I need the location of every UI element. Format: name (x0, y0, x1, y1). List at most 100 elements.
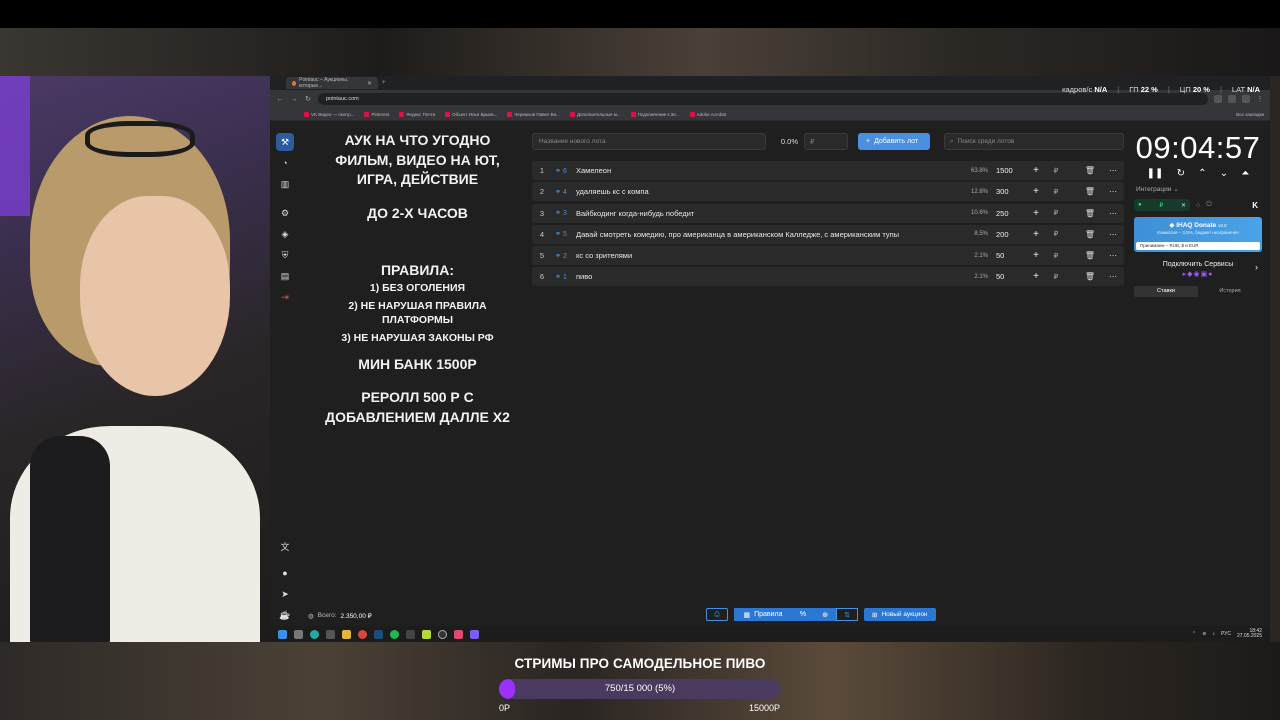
lot-amount[interactable]: 50 (988, 251, 1026, 260)
lot-fast-id[interactable]: ⚭ 5 (550, 230, 572, 238)
delete-trash-icon[interactable]: 🗑 (1078, 251, 1102, 260)
add-lot-button[interactable]: + Добавить лот (858, 133, 930, 150)
wifi-icon[interactable]: ≋ (1202, 631, 1206, 637)
add-amount-plus-icon[interactable]: + (1026, 186, 1046, 197)
lot-name[interactable]: Хамелеон (572, 166, 954, 175)
windows-start-icon[interactable] (278, 629, 287, 639)
tips-icon[interactable]: ☕ (276, 606, 294, 624)
lot-name[interactable]: Вайбкодинг когда-нибудь победит (572, 209, 954, 218)
lot-fast-id[interactable]: ⚭ 6 (550, 167, 572, 175)
add-amount-plus-icon[interactable]: + (1026, 165, 1046, 176)
task-view-icon[interactable] (294, 629, 303, 639)
steam-icon[interactable] (374, 629, 383, 639)
shield-icon[interactable]: ⛨ (276, 246, 294, 264)
connect-services-button[interactable]: Подключить Сервисы ▸◆◉▣● › (1134, 256, 1262, 284)
lot-amount[interactable]: 300 (988, 187, 1026, 196)
close-icon[interactable]: ✕ (1181, 202, 1186, 209)
lot-currency-input[interactable]: ₽ (1046, 209, 1066, 217)
bookmark-item[interactable]: Дополнительные м... (569, 111, 621, 117)
chevron-up-icon[interactable]: ⌃ (1198, 168, 1206, 179)
lot-fast-id[interactable]: ⚭ 1 (550, 273, 572, 281)
more-menu-icon[interactable]: ⋯ (1102, 209, 1124, 218)
close-tab-icon[interactable]: ✕ (367, 80, 372, 87)
delete-trash-icon[interactable]: 🗑 (1078, 209, 1102, 218)
lot-amount[interactable]: 200 (988, 230, 1026, 239)
chrome-icon[interactable] (358, 629, 367, 639)
taskbar-clock[interactable]: 18:42 27.05.2025 (1237, 628, 1262, 640)
bookmark-item[interactable]: Pinterest (364, 111, 389, 117)
forward-arrow-icon[interactable]: → (290, 96, 298, 103)
add-amount-plus-icon[interactable]: + (1026, 271, 1046, 282)
extension-icon[interactable] (1228, 95, 1236, 103)
statistics-icon[interactable]: ▥ (276, 175, 294, 193)
volume-icon[interactable]: ♪ (1212, 631, 1215, 637)
add-amount-plus-icon[interactable]: + (1026, 250, 1046, 261)
reset-icon[interactable]: ↻ (1177, 168, 1185, 179)
history-icon[interactable]: ▤ (276, 267, 294, 285)
more-menu-icon[interactable]: ⋯ (1102, 230, 1124, 239)
add-amount-plus-icon[interactable]: + (1026, 229, 1046, 240)
donate-banner[interactable]: ◆ IHAQ Donate v2.0 Комиссия – 3,5%, бюдж… (1134, 217, 1262, 252)
spotify-icon[interactable] (390, 629, 399, 639)
lot-currency-input[interactable]: ₽ (1046, 230, 1066, 238)
extension-icon[interactable] (1214, 95, 1222, 103)
bookmark-item[interactable]: VK Видео — смотр... (304, 111, 354, 117)
lot-amount[interactable]: 250 (988, 209, 1026, 218)
app-icon[interactable] (454, 629, 463, 639)
lot-amount[interactable]: 50 (988, 272, 1026, 281)
app-icon[interactable] (406, 629, 415, 639)
power-icon[interactable]: ⏻ (1206, 201, 1212, 209)
lot-currency-input[interactable]: ₽ (1046, 188, 1066, 196)
app-icon[interactable] (470, 629, 479, 639)
save-icon[interactable]: ⎙ (706, 608, 728, 621)
browser-tab[interactable]: Pointauc – Аукционы, которые... ✕ (286, 77, 378, 89)
profile-avatar-icon[interactable] (1242, 95, 1250, 103)
layers-icon[interactable]: ◈ (276, 225, 294, 243)
bookmark-item[interactable]: Черемхов Павел Ви... (507, 111, 560, 117)
sort-icon[interactable]: ⇅ (836, 608, 858, 621)
more-menu-icon[interactable]: ⋯ (1102, 251, 1124, 260)
tab-history[interactable]: История (1198, 286, 1262, 297)
logout-icon[interactable]: ⇥ (276, 288, 294, 306)
edge-icon[interactable] (310, 629, 319, 639)
back-arrow-icon[interactable]: ← (276, 96, 284, 103)
lot-currency-input[interactable]: ₽ (1046, 273, 1066, 281)
kick-logo-icon[interactable]: K (1252, 201, 1258, 210)
percent-icon[interactable]: % (792, 608, 814, 621)
lot-fast-id[interactable]: ⚭ 3 (550, 209, 572, 217)
telegram-icon[interactable]: ➤ (276, 585, 294, 603)
bookmark-item[interactable]: Яндекс Почта (399, 111, 435, 117)
integration-chip[interactable]: ● ₽ ✕ (1134, 199, 1190, 211)
double-chevron-up-icon[interactable]: ⏶ (1241, 168, 1249, 179)
obs-icon[interactable] (438, 629, 447, 639)
chevron-up-icon[interactable]: ⌃ (1192, 631, 1196, 637)
github-icon[interactable]: ● (276, 564, 294, 582)
lot-name[interactable]: пиво (572, 272, 954, 281)
delete-trash-icon[interactable]: 🗑 (1078, 272, 1102, 281)
delete-trash-icon[interactable]: 🗑 (1078, 230, 1102, 239)
translate-icon[interactable]: 文 (276, 537, 294, 555)
circle-icon[interactable]: ○ (1196, 202, 1200, 209)
new-auction-button[interactable]: ⊞ Новый аукцион (864, 608, 936, 621)
browser-menu-icon[interactable]: ⋮ (1256, 95, 1264, 103)
rules-button[interactable]: ▦ Правила (734, 608, 792, 621)
more-menu-icon[interactable]: ⋯ (1102, 187, 1124, 196)
auction-hammer-icon[interactable]: ⚒ (276, 133, 294, 151)
delete-trash-icon[interactable]: 🗑 (1078, 187, 1102, 196)
all-bookmarks-link[interactable]: Все закладки (1236, 112, 1264, 117)
split-icon[interactable]: ⊕ (814, 608, 836, 621)
bookmark-item[interactable]: Объект Илья Брыкв... (445, 111, 497, 117)
app-icon[interactable] (422, 629, 431, 639)
lot-name[interactable]: кс со зрителями (572, 251, 954, 260)
lot-name[interactable]: Давай смотреть комедию, про американца в… (572, 230, 954, 239)
more-menu-icon[interactable]: ⋯ (1102, 166, 1124, 175)
chevron-down-icon[interactable]: ⌄ (1220, 168, 1228, 179)
store-icon[interactable] (326, 629, 335, 639)
bookmark-item[interactable]: Adobe Acrobat (689, 111, 726, 117)
lot-name-input[interactable]: Название нового лота (532, 133, 766, 150)
settings-gear-icon[interactable]: ⚙ (276, 204, 294, 222)
lot-fast-id[interactable]: ⚭ 4 (550, 188, 572, 196)
lot-fast-id[interactable]: ⚭ 2 (550, 252, 572, 260)
lot-currency-input[interactable]: ₽ (1046, 252, 1066, 260)
reload-icon[interactable]: ↻ (304, 95, 312, 103)
